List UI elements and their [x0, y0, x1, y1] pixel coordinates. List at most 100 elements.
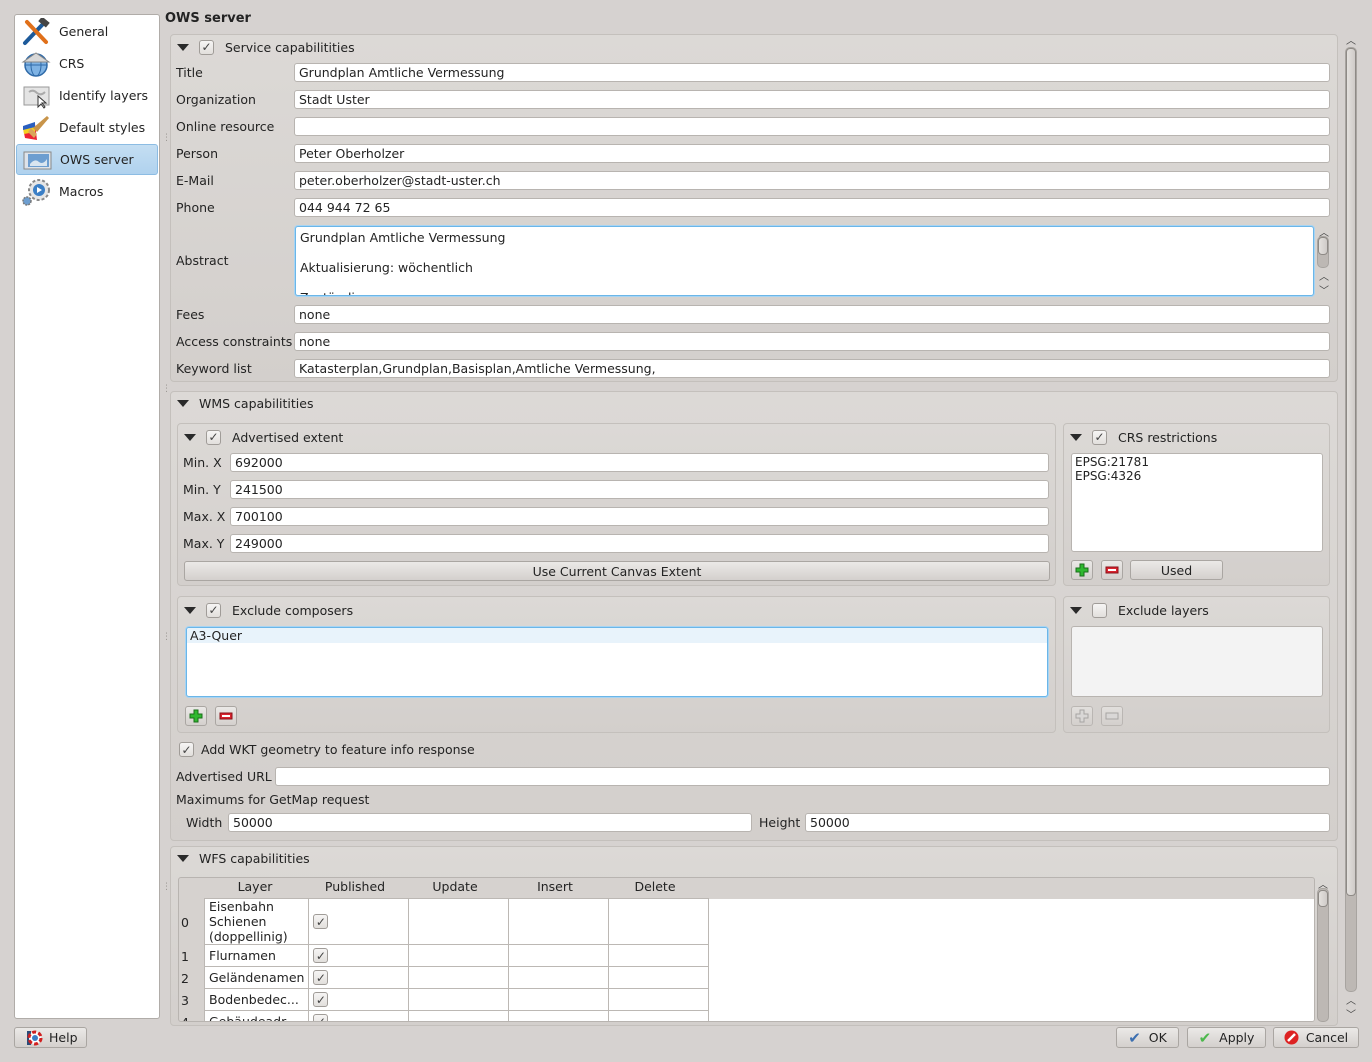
delete-cell[interactable] [608, 898, 710, 945]
title-input[interactable]: Grundplan Amtliche Vermessung [294, 63, 1330, 82]
update-cell[interactable] [408, 898, 510, 945]
layer-cell[interactable]: Gebäudeadr... [203, 1010, 310, 1021]
insert-cell[interactable] [508, 966, 610, 989]
delete-cell[interactable] [608, 988, 710, 1011]
remove-crs-button[interactable] [1101, 560, 1123, 580]
collapse-triangle-icon[interactable] [1070, 433, 1082, 441]
wfs-table-scrollbar[interactable] [1317, 888, 1329, 1022]
update-cell[interactable] [408, 988, 510, 1011]
scroll-down-icon[interactable]: ﹀ [1344, 1006, 1358, 1021]
layer-cell[interactable]: Eisenbahn Schienen (doppellinig) [203, 898, 310, 945]
scroll-up-icon[interactable]: ︿ [1344, 992, 1358, 1007]
scroll-up-icon[interactable]: ︿ [1317, 268, 1331, 283]
delete-cell[interactable] [608, 944, 710, 967]
add-crs-button[interactable] [1071, 560, 1093, 580]
fees-input[interactable]: none [294, 305, 1330, 324]
scroll-down-icon[interactable]: ﹀ [1317, 282, 1331, 297]
insert-cell[interactable] [508, 988, 610, 1011]
splitter-handle[interactable]: ⋮ [162, 633, 171, 642]
crs-restrictions-checkbox[interactable]: ✓ [1092, 429, 1107, 445]
sidebar-item-macros[interactable]: Macros [16, 176, 158, 207]
insert-cell[interactable] [508, 944, 610, 967]
collapse-triangle-icon[interactable] [177, 399, 189, 407]
layer-cell[interactable]: Flurnamen [203, 944, 310, 967]
published-cell[interactable]: ✓ [308, 988, 410, 1011]
phone-input[interactable]: 044 944 72 65 [294, 198, 1330, 217]
email-input[interactable]: peter.oberholzer@stadt-uster.ch [294, 171, 1330, 190]
remove-layer-button[interactable] [1101, 706, 1123, 726]
advertised-url-input[interactable] [275, 767, 1330, 786]
collapse-triangle-icon[interactable] [184, 433, 196, 441]
published-checkbox[interactable]: ✓ [313, 992, 329, 1008]
use-current-canvas-extent-button[interactable]: Use Current Canvas Extent [184, 561, 1050, 581]
max-width-input[interactable]: 50000 [228, 813, 752, 832]
list-item[interactable]: A3-Quer [187, 628, 1047, 643]
advertised-extent-checkbox[interactable]: ✓ [206, 429, 221, 445]
add-layer-button[interactable] [1071, 706, 1093, 726]
splitter-handle[interactable]: ⋮ [162, 134, 171, 143]
column-header-insert[interactable]: Insert [505, 878, 605, 896]
splitter-handle[interactable]: ⋮ [162, 883, 171, 892]
apply-button[interactable]: ✔ Apply [1187, 1027, 1266, 1048]
access-constraints-input[interactable]: none [294, 332, 1330, 351]
splitter-handle[interactable]: ⋮ [162, 385, 171, 394]
exclude-layers-checkbox[interactable] [1092, 602, 1107, 618]
update-cell[interactable] [408, 944, 510, 967]
sidebar-item-ows-server[interactable]: OWS server [16, 144, 158, 175]
delete-cell[interactable] [608, 966, 710, 989]
crs-list[interactable]: EPSG:21781 EPSG:4326 [1071, 453, 1323, 552]
organization-input[interactable]: Stadt Uster [294, 90, 1330, 109]
published-checkbox[interactable]: ✓ [313, 914, 329, 930]
column-header-delete[interactable]: Delete [605, 878, 705, 896]
online-resource-input[interactable] [294, 117, 1330, 136]
ok-button[interactable]: ✔ OK [1116, 1027, 1179, 1048]
min-y-input[interactable]: 241500 [230, 480, 1049, 499]
remove-composer-button[interactable] [215, 706, 237, 726]
insert-cell[interactable] [508, 1010, 610, 1021]
collapse-triangle-icon[interactable] [177, 854, 189, 862]
used-crs-button[interactable]: Used [1130, 560, 1223, 580]
column-header-published[interactable]: Published [305, 878, 405, 896]
help-button[interactable]: Help [14, 1027, 87, 1048]
sidebar-item-crs[interactable]: CRS [16, 48, 158, 79]
published-checkbox[interactable]: ✓ [313, 1014, 329, 1021]
max-x-input[interactable]: 700100 [230, 507, 1049, 526]
published-cell[interactable]: ✓ [308, 898, 410, 945]
min-x-input[interactable]: 692000 [230, 453, 1049, 472]
composers-list[interactable]: A3-Quer [186, 627, 1048, 697]
published-checkbox[interactable]: ✓ [313, 970, 329, 986]
layer-cell[interactable]: Bodenbedec... [203, 988, 310, 1011]
exclude-composers-checkbox[interactable]: ✓ [206, 602, 221, 618]
collapse-triangle-icon[interactable] [1070, 606, 1082, 614]
collapse-triangle-icon[interactable] [177, 43, 189, 51]
list-item[interactable]: EPSG:4326 [1075, 469, 1319, 483]
wkt-geometry-option[interactable]: ✓ Add WKT geometry to feature info respo… [179, 742, 475, 757]
published-cell[interactable]: ✓ [308, 966, 410, 989]
sidebar-item-general[interactable]: General [16, 16, 158, 47]
max-height-input[interactable]: 50000 [805, 813, 1330, 832]
list-item[interactable]: EPSG:21781 [1075, 455, 1319, 469]
add-composer-button[interactable] [185, 706, 207, 726]
max-y-input[interactable]: 249000 [230, 534, 1049, 553]
column-header-update[interactable]: Update [405, 878, 505, 896]
abstract-textarea[interactable]: Grundplan Amtliche Vermessung Aktualisie… [295, 226, 1314, 296]
exclude-layers-list[interactable] [1071, 626, 1323, 697]
scroll-up-icon[interactable]: ︿ [1344, 32, 1358, 47]
layer-cell[interactable]: Geländenamen [203, 966, 310, 989]
main-scrollbar[interactable] [1345, 47, 1357, 992]
wkt-geometry-checkbox[interactable]: ✓ [179, 742, 194, 757]
sidebar-item-identify-layers[interactable]: Identify layers [16, 80, 158, 111]
insert-cell[interactable] [508, 898, 610, 945]
sidebar-item-default-styles[interactable]: Default styles [16, 112, 158, 143]
update-cell[interactable] [408, 1010, 510, 1021]
update-cell[interactable] [408, 966, 510, 989]
collapse-triangle-icon[interactable] [184, 606, 196, 614]
delete-cell[interactable] [608, 1010, 710, 1021]
published-checkbox[interactable]: ✓ [313, 948, 329, 964]
published-cell[interactable]: ✓ [308, 1010, 410, 1021]
person-input[interactable]: Peter Oberholzer [294, 144, 1330, 163]
column-header-layer[interactable]: Layer [205, 878, 305, 896]
published-cell[interactable]: ✓ [308, 944, 410, 967]
cancel-button[interactable]: Cancel [1273, 1027, 1359, 1048]
abstract-scrollbar[interactable] [1317, 236, 1329, 268]
